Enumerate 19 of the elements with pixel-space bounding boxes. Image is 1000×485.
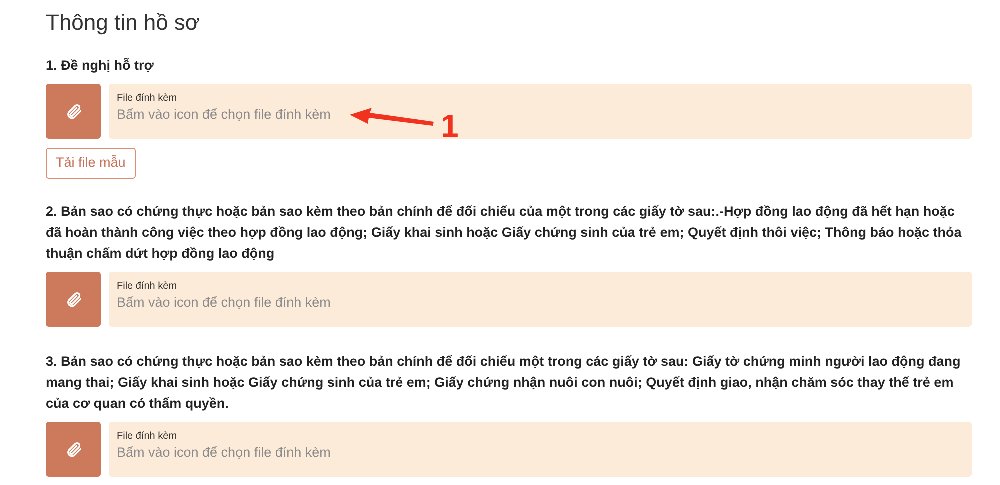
section-label: 3. Bản sao có chứng thực hoặc bản sao kèm theo bản chính để đối chiếu một trong các giấy tờ sau: Giấy tờ chứng minh người lao động đang mang thai; Giấy khai sinh hoặc Giấy chứng sinh của trẻ em; Giấy chứng nhận nuôi con nuôi; Quyết định giao, nhận chăm sóc thay thế trẻ em của cơ quan có thẩm quyền.	[46, 353, 962, 413]
paperclip-icon	[64, 290, 82, 308]
paperclip-icon	[64, 102, 82, 120]
field-placeholder: Bấm vào icon để chọn file đính kèm	[117, 444, 331, 462]
paperclip-icon	[64, 440, 82, 458]
page-title: Thông tin hồ sơ	[46, 9, 201, 37]
download-template-button[interactable]: Tải file mẫu	[46, 148, 136, 179]
field-label: File đính kèm	[117, 280, 178, 293]
attach-button[interactable]	[46, 84, 101, 139]
field-placeholder: Bấm vào icon để chọn file đính kèm	[117, 294, 331, 312]
field-label: File đính kèm	[117, 92, 178, 105]
attach-button[interactable]	[46, 422, 101, 477]
file-field[interactable]: File đính kèm Bấm vào icon để chọn file đính kèm	[109, 422, 972, 477]
section-label: 2. Bản sao có chứng thực hoặc bản sao kèm theo bản chính để đối chiếu của một trong các giấy tờ sau:.-Hợp đồng lao động đã hết hạn hoặc đã hoàn thành công việc theo hợp đồng lao động; Giấy khai sinh hoặc Giấy chứng sinh của trẻ em; Quyết định thôi việc; Thông báo hoặc thỏa thuận chấm dứt hợp đồng lao động	[46, 203, 963, 263]
file-field[interactable]: File đính kèm Bấm vào icon để chọn file đính kèm	[109, 272, 972, 327]
field-placeholder: Bấm vào icon để chọn file đính kèm	[117, 106, 331, 124]
section-label: 1. Đề nghị hỗ trợ	[46, 57, 155, 75]
field-label: File đính kèm	[117, 430, 178, 443]
attach-button[interactable]	[46, 272, 101, 327]
